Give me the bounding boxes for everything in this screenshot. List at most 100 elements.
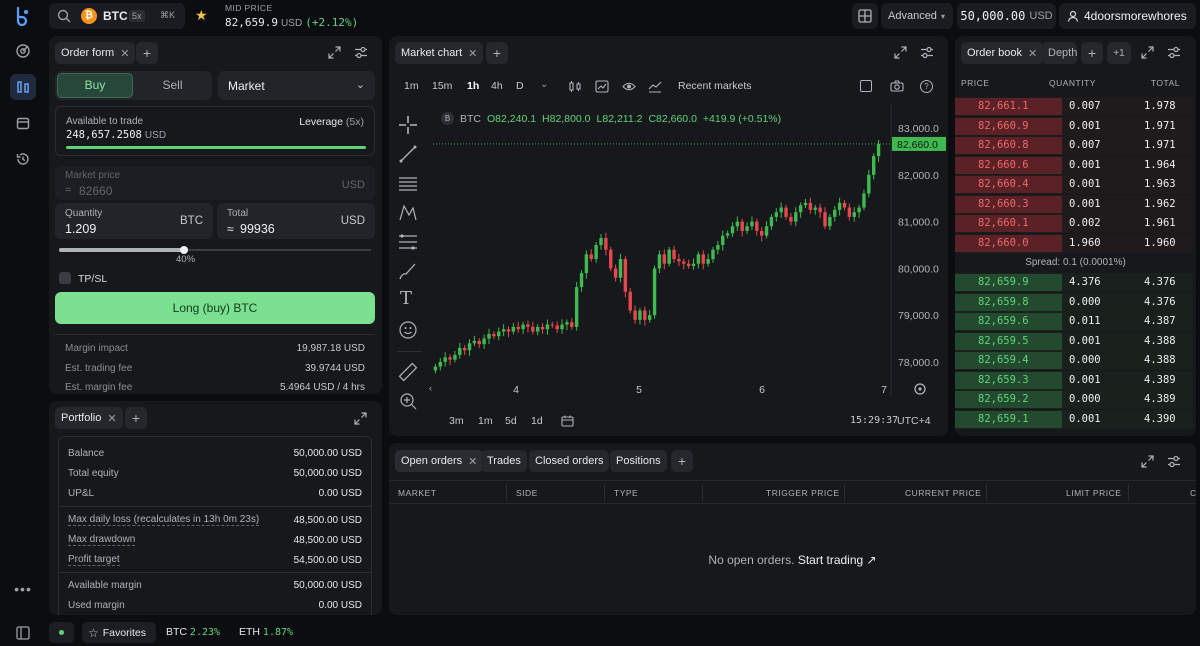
horizontal-lines-icon[interactable] (398, 174, 418, 194)
favorites-button[interactable]: ☆ Favorites (82, 622, 156, 643)
add-tab-button[interactable]: + (486, 42, 508, 64)
price-chart[interactable]: 83,000.0 82,000.0 81,000.0 80,000.0 79,000.0… (429, 104, 946, 404)
tab-open-orders[interactable]: Open orders ✕ (395, 450, 484, 472)
settings-sliders-icon[interactable] (1167, 455, 1181, 468)
timeframe-4h[interactable]: 4h (491, 80, 503, 92)
expand-icon[interactable] (354, 412, 367, 425)
zoom-in-icon[interactable] (398, 391, 418, 411)
range-1d[interactable]: 1d (531, 415, 543, 427)
text-tool-icon[interactable]: T (400, 288, 412, 309)
row-label[interactable]: Profit target (68, 554, 120, 566)
settings-sliders-icon[interactable] (1167, 46, 1181, 59)
timeframe-1h[interactable]: 1h (467, 80, 479, 92)
account-balance[interactable]: 50,000.00 USD (957, 3, 1056, 29)
bid-row[interactable]: 82,659.6 0.011 4.387 (955, 312, 1193, 331)
row-label[interactable]: Max drawdown (68, 534, 136, 546)
eye-icon[interactable] (622, 81, 636, 92)
more-tabs-button[interactable]: +1 (1107, 42, 1131, 64)
col-truncated[interactable]: C (1190, 488, 1196, 498)
settings-sliders-icon[interactable] (920, 46, 934, 59)
chevron-down-icon[interactable]: ⌄ (540, 79, 548, 90)
order-type-dropdown[interactable]: Market ⌄ (218, 71, 375, 100)
connection-status[interactable] (49, 622, 74, 643)
ask-row[interactable]: 82,660.6 0.001 1.964 (955, 155, 1193, 175)
help-icon[interactable]: ? (920, 80, 933, 93)
settings-sliders-icon[interactable] (354, 46, 368, 59)
user-menu[interactable]: 4doorsmorewhores (1059, 3, 1196, 29)
close-icon[interactable]: ✕ (120, 47, 129, 60)
timeframe-15m[interactable]: 15m (432, 80, 452, 92)
total-field[interactable]: Total ≈ 99936 USD (217, 203, 375, 239)
pattern-icon[interactable] (398, 203, 418, 223)
trade-nav-icon[interactable] (10, 74, 36, 100)
indicators-icon[interactable] (595, 80, 609, 93)
trend-line-icon[interactable] (398, 144, 418, 164)
ticker-eth[interactable]: ETH 1.87% (239, 626, 293, 638)
leverage-info[interactable]: Leverage (5x) (299, 116, 364, 128)
submit-order-button[interactable]: Long (buy) BTC (55, 292, 375, 324)
fib-icon[interactable] (398, 232, 418, 252)
timeframe-D[interactable]: D (516, 80, 524, 92)
add-tab-button[interactable]: + (136, 42, 158, 64)
add-tab-button[interactable]: + (125, 407, 147, 429)
expand-icon[interactable] (894, 46, 907, 59)
expand-icon[interactable] (1141, 455, 1154, 468)
ask-row[interactable]: 82,660.8 0.007 1.971 (955, 136, 1193, 155)
tab-order-book[interactable]: Order book ✕ (961, 42, 1044, 64)
slider-knob[interactable] (179, 246, 188, 254)
tab-positions[interactable]: Positions (610, 450, 667, 472)
quantity-slider[interactable] (59, 246, 371, 254)
tab-order-form[interactable]: Order form ✕ (55, 42, 136, 64)
col-limit-price[interactable]: LIMIT PRICE (1066, 488, 1121, 498)
row-label[interactable]: Max daily loss (recalculates in 13h 0m 2… (68, 514, 260, 526)
expand-icon[interactable] (328, 46, 341, 59)
add-tab-button[interactable]: + (671, 450, 693, 472)
col-current-price[interactable]: CURRENT PRICE (905, 488, 981, 498)
bid-row[interactable]: 82,659.8 0.000 4.376 (955, 292, 1193, 312)
more-icon[interactable]: ••• (10, 576, 36, 602)
markets-nav-icon[interactable] (10, 38, 36, 64)
sell-button[interactable]: Sell (135, 73, 210, 98)
timeframe-1m[interactable]: 1m (404, 80, 419, 92)
emoji-icon[interactable] (398, 320, 418, 340)
bid-row[interactable]: 82,659.3 0.001 4.389 (955, 370, 1193, 390)
ticker-btc[interactable]: BTC 2.23% (166, 626, 220, 638)
close-icon[interactable]: ✕ (107, 412, 116, 425)
history-nav-icon[interactable] (10, 146, 36, 172)
collapse-sidebar-icon[interactable] (10, 620, 36, 646)
asset-selector[interactable]: ₿ BTC 5x ⌘K (49, 3, 185, 29)
tab-depth[interactable]: Depth (1042, 42, 1077, 64)
range-1m[interactable]: 1m (478, 415, 493, 427)
buy-button[interactable]: Buy (57, 73, 133, 98)
portfolio-nav-icon[interactable] (10, 110, 36, 136)
ask-row[interactable]: 82,660.3 0.001 1.962 (955, 194, 1193, 214)
bid-row[interactable]: 82,659.9 4.376 4.376 (955, 273, 1193, 292)
layout-grid-button[interactable] (852, 3, 878, 29)
ruler-icon[interactable] (398, 362, 418, 382)
ask-row[interactable]: 82,660.9 0.001 1.971 (955, 116, 1193, 136)
camera-icon[interactable] (890, 80, 904, 92)
col-trigger-price[interactable]: TRIGGER PRICE (766, 488, 840, 498)
crosshair-icon[interactable] (398, 115, 418, 135)
tpsl-checkbox[interactable] (59, 272, 71, 284)
ask-row[interactable]: 82,661.1 0.007 1.978 (955, 97, 1193, 116)
add-tab-button[interactable]: + (1081, 42, 1103, 64)
close-icon[interactable]: ✕ (468, 47, 477, 60)
start-trading-link[interactable]: Start trading ↗ (798, 553, 877, 567)
bid-row[interactable]: 82,659.1 0.001 4.390 (955, 409, 1193, 429)
candle-type-icon[interactable] (568, 80, 582, 93)
expand-icon[interactable] (1141, 46, 1154, 59)
mode-dropdown[interactable]: Advanced ▾ (881, 3, 953, 29)
calendar-range-icon[interactable] (561, 415, 574, 427)
bid-row[interactable]: 82,659.2 0.000 4.389 (955, 390, 1193, 409)
range-3m[interactable]: 3m (449, 415, 464, 427)
ask-row[interactable]: 82,660.0 1.960 1.960 (955, 233, 1193, 253)
close-icon[interactable]: ✕ (1028, 47, 1037, 60)
brush-icon[interactable] (398, 261, 418, 281)
compare-icon[interactable] (648, 80, 662, 93)
bid-row[interactable]: 82,659.4 0.000 4.388 (955, 351, 1193, 370)
tab-market-chart[interactable]: Market chart ✕ (395, 42, 484, 64)
tab-portfolio[interactable]: Portfolio ✕ (55, 407, 123, 429)
quantity-field[interactable]: Quantity 1.209 BTC (55, 203, 213, 239)
col-type[interactable]: TYPE (614, 488, 638, 498)
